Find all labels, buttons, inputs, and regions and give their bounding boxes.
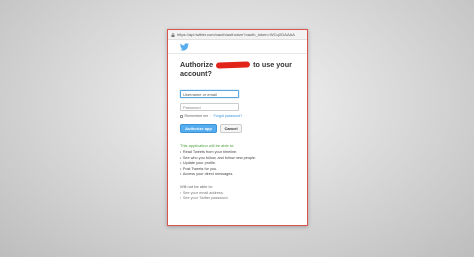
separator-dot: · [210,114,212,118]
remember-checkbox[interactable] [180,114,183,118]
twitter-bird-icon [180,38,189,56]
title-use-your: to use your [253,60,292,69]
login-form: Username or email Password Remember me ·… [180,90,295,118]
action-buttons: Authorize app Cancel [180,124,295,133]
password-placeholder: Password [183,104,201,110]
oauth-popup-window: https://api.twitter.com/oauth/authorize?… [167,29,308,226]
cancel-button[interactable]: Cancel [220,124,242,133]
able-section-title: This application will be able to: [180,143,235,148]
title-account: account? [180,69,212,78]
able-permission-list: • Read Tweets from your timeline. • See wh… [180,150,295,178]
username-field[interactable]: Username or email [180,90,239,98]
url-text: https://api.twitter.com/oauth/authorize?… [177,32,295,37]
authorize-app-button[interactable]: Authorize app [180,124,217,133]
twitter-header [168,40,307,54]
remember-label: Remember me [184,114,209,118]
redacted-app-name [216,61,251,69]
authorize-title: Authorize to use your account? [180,60,295,78]
not-able-permission-list: • See your email address. • See your Twitt… [180,191,295,202]
title-authorize-word: Authorize [180,60,214,69]
list-item: • Access your direct messages. [180,172,234,176]
password-field[interactable]: Password [180,103,239,111]
forgot-password-link[interactable]: Forgot password? [213,114,242,118]
lock-icon [171,32,175,37]
remember-row: Remember me · Forgot password? [180,114,295,118]
list-item: • See your Twitter password. [180,196,229,200]
username-placeholder: Username or email [183,91,217,97]
not-able-section-title: Will not be able to: [180,183,213,189]
